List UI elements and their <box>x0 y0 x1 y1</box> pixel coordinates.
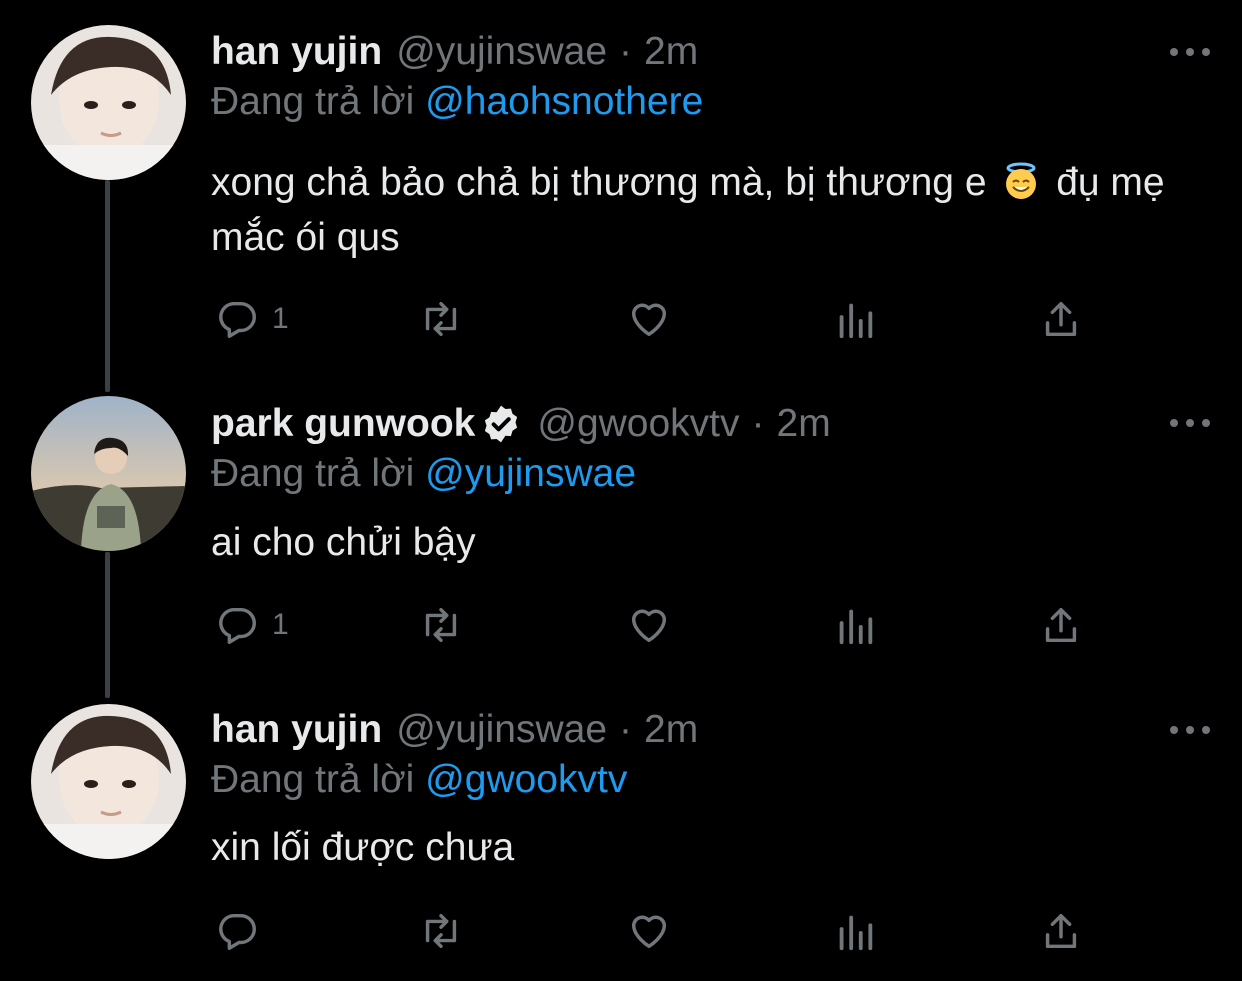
reply-prefix: Đang trả lời <box>211 758 415 801</box>
tweet-text-part: xin lối được chưa <box>211 826 515 869</box>
tweet-text-part: ai cho chửi bậy <box>211 521 476 564</box>
reply-icon <box>219 301 256 338</box>
share-icon <box>1045 301 1077 337</box>
like-button[interactable] <box>626 908 672 954</box>
tweet[interactable]: han yujin @yujinswae · 2m Đang trả lời @… <box>0 0 1242 370</box>
share-button[interactable] <box>1038 296 1084 342</box>
username[interactable]: @gwookvtv <box>537 402 739 446</box>
like-icon <box>631 609 667 643</box>
retweet-icon <box>425 301 457 337</box>
avatar[interactable] <box>31 396 186 551</box>
like-icon <box>631 915 667 949</box>
more-options-icon[interactable] <box>1170 42 1210 62</box>
reply-count: 1 <box>272 302 289 335</box>
reply-icon <box>219 913 256 950</box>
more-options-icon[interactable] <box>1170 720 1210 740</box>
timestamp[interactable]: 2m <box>644 30 698 74</box>
display-name[interactable]: park gunwook <box>211 402 475 446</box>
analytics-button[interactable] <box>832 908 878 954</box>
more-options-icon[interactable] <box>1170 413 1210 433</box>
tweet-text: ai cho chửi bậy <box>211 515 1202 570</box>
like-button[interactable] <box>626 602 672 648</box>
analytics-icon <box>839 915 873 951</box>
tweet-text: xong chả bảo chả bị thương mà, bị thương… <box>211 155 1202 265</box>
tweet-header: han yujin @yujinswae · 2m <box>211 27 698 77</box>
retweet-icon <box>425 913 457 949</box>
retweet-button[interactable] <box>418 602 464 648</box>
reply-prefix: Đang trả lời <box>211 452 415 495</box>
separator: · <box>619 708 633 751</box>
reply-context: Đang trả lời @haohsnothere <box>211 80 703 124</box>
reply-icon <box>219 607 256 644</box>
avatar[interactable] <box>31 25 186 180</box>
avatar-image <box>31 704 186 859</box>
tweet[interactable]: han yujin @yujinswae · 2m Đang trả lời @… <box>0 676 1242 981</box>
retweet-button[interactable] <box>418 908 464 954</box>
like-button[interactable] <box>626 296 672 342</box>
share-icon <box>1045 913 1077 949</box>
retweet-button[interactable] <box>418 296 464 342</box>
username[interactable]: @yujinswae <box>396 30 607 74</box>
reply-button[interactable]: 1 <box>214 296 289 342</box>
tweet-text: xin lối được chưa <box>211 820 1202 875</box>
separator: · <box>751 402 765 445</box>
like-icon <box>631 303 667 337</box>
share-icon <box>1045 607 1077 643</box>
retweet-icon <box>425 607 457 643</box>
reply-button[interactable] <box>214 908 272 954</box>
tweet-actions: 1 <box>0 296 1242 346</box>
mention-link[interactable]: @haohsnothere <box>425 80 703 123</box>
reply-context: Đang trả lời @yujinswae <box>211 452 636 496</box>
share-button[interactable] <box>1038 602 1084 648</box>
separator: · <box>619 30 633 73</box>
tweet[interactable]: park gunwook @gwookvtv · 2m Đang trả lời… <box>0 370 1242 676</box>
analytics-icon <box>839 609 873 645</box>
reply-button[interactable]: 1 <box>214 602 289 648</box>
analytics-icon <box>839 303 873 339</box>
tweet-text-part: xong chả bảo chả bị thương mà, bị thương… <box>211 161 987 204</box>
mention-link[interactable]: @yujinswae <box>425 452 636 495</box>
username[interactable]: @yujinswae <box>396 708 607 752</box>
analytics-button[interactable] <box>832 602 878 648</box>
tweet-actions: 1 <box>0 602 1242 652</box>
reply-prefix: Đang trả lời <box>211 80 415 123</box>
smiling-face-with-halo-icon <box>1006 162 1037 199</box>
display-name[interactable]: han yujin <box>211 30 382 74</box>
analytics-button[interactable] <box>832 296 878 342</box>
avatar-image <box>31 25 186 180</box>
mention-link[interactable]: @gwookvtv <box>425 758 627 801</box>
reply-count: 1 <box>272 608 289 641</box>
tweet-actions <box>0 908 1242 958</box>
reply-context: Đang trả lời @gwookvtv <box>211 758 627 802</box>
timestamp[interactable]: 2m <box>644 708 698 752</box>
tweet-header: park gunwook @gwookvtv · 2m <box>211 399 831 449</box>
tweet-header: han yujin @yujinswae · 2m <box>211 705 698 755</box>
share-button[interactable] <box>1038 908 1084 954</box>
avatar[interactable] <box>31 704 186 859</box>
avatar-image <box>31 396 186 551</box>
verified-badge-icon <box>485 405 518 443</box>
display-name[interactable]: han yujin <box>211 708 382 752</box>
timestamp[interactable]: 2m <box>777 402 831 446</box>
